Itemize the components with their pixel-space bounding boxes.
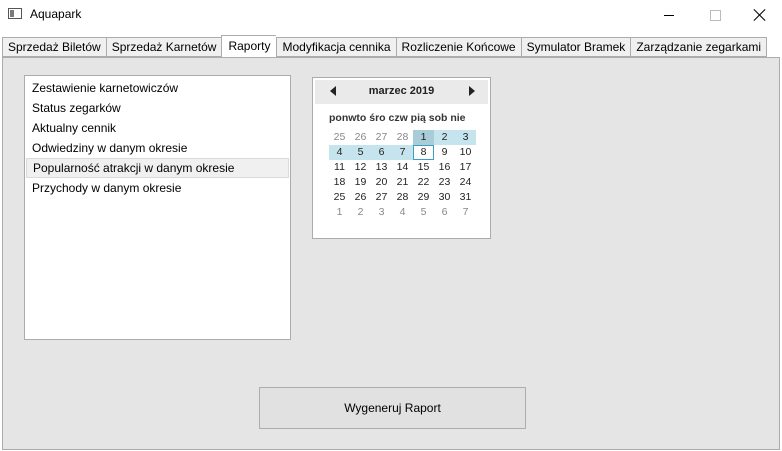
tab-sprzedaz-biletow[interactable]: Sprzedaż Biletów [2,37,106,57]
calendar-day[interactable]: 5 [350,145,371,160]
calendar-day[interactable]: 4 [392,205,413,220]
calendar-day[interactable]: 27 [371,190,392,205]
tab-symulator-bramek[interactable]: Symulator Bramek [520,37,631,57]
report-list-item[interactable]: Zestawienie karnetowiczów [26,78,289,98]
calendar-day[interactable]: 3 [371,205,392,220]
calendar-header: marzec 2019 [315,80,488,104]
calendar-day[interactable]: 28 [392,190,413,205]
title-bar: Aquapark [0,0,782,30]
calendar-day[interactable]: 2 [434,130,455,145]
calendar-day[interactable]: 29 [413,190,434,205]
tab-zarzadzanie-zegarkami[interactable]: Zarządzanie zegarkami [630,37,768,57]
calendar-day-names: ponwto śro czw pią sob nie [329,112,466,124]
calendar-day[interactable]: 19 [350,175,371,190]
minimize-button[interactable] [646,0,692,30]
report-list-item[interactable]: Odwiedziny w danym okresie [26,138,289,158]
calendar-week-row: 11 12 13 14 15 16 17 [329,160,476,175]
calendar-day[interactable]: 7 [455,205,476,220]
calendar-week-row: 4 5 6 7 8 9 10 [329,145,476,160]
tab-rozliczenie-koncowe[interactable]: Rozliczenie Końcowe [395,37,521,57]
report-list-item[interactable]: Aktualny cennik [26,118,289,138]
calendar-day[interactable]: 14 [392,160,413,175]
calendar-day[interactable]: 15 [413,160,434,175]
calendar-day[interactable]: 18 [329,175,350,190]
calendar-week-row: 25 26 27 28 29 30 31 [329,190,476,205]
close-button[interactable] [737,0,782,30]
calendar-day[interactable]: 25 [329,130,350,145]
calendar-day[interactable]: 12 [350,160,371,175]
calendar-day[interactable]: 6 [371,145,392,160]
calendar-day[interactable]: 1 [413,130,434,145]
triangle-right-icon[interactable] [469,86,475,96]
tab-sprzedaz-karnetow[interactable]: Sprzedaż Karnetów [105,37,222,57]
report-list[interactable]: Zestawienie karnetowiczów Status zegarkó… [24,75,291,340]
calendar-grid: 25 26 27 28 1 2 3 4 5 6 7 8 9 10 11 12 13 14 15 16 17 18 19 20 2… [329,130,476,220]
calendar-week-row: 25 26 27 28 1 2 3 [329,130,476,145]
calendar-day[interactable]: 16 [434,160,455,175]
calendar-day[interactable]: 17 [455,160,476,175]
calendar-day[interactable]: 24 [455,175,476,190]
report-list-item[interactable]: Przychody w danym okresie [26,178,289,198]
calendar-day[interactable]: 13 [371,160,392,175]
calendar-day[interactable]: 21 [392,175,413,190]
window-title: Aquapark [30,7,82,21]
calendar-month-label[interactable]: marzec 2019 [315,85,488,97]
calendar-day[interactable]: 7 [392,145,413,160]
calendar-day[interactable]: 23 [434,175,455,190]
calendar-day[interactable]: 6 [434,205,455,220]
calendar-day[interactable]: 10 [455,145,476,160]
close-icon [754,9,766,21]
tab-modyfikacja-cennika[interactable]: Modyfikacja cennika [276,37,396,57]
window-app-icon [8,8,22,19]
date-calendar[interactable]: marzec 2019 ponwto śro czw pią sob nie 2… [312,77,491,239]
calendar-day[interactable]: 2 [350,205,371,220]
calendar-day[interactable]: 31 [455,190,476,205]
calendar-day[interactable]: 5 [413,205,434,220]
calendar-day[interactable]: 30 [434,190,455,205]
calendar-day[interactable]: 25 [329,190,350,205]
calendar-day[interactable]: 26 [350,130,371,145]
calendar-day[interactable]: 20 [371,175,392,190]
calendar-day[interactable]: 22 [413,175,434,190]
calendar-day[interactable]: 11 [329,160,350,175]
calendar-week-row: 18 19 20 21 22 23 24 [329,175,476,190]
calendar-day[interactable]: 8 [413,145,434,160]
calendar-day[interactable]: 9 [434,145,455,160]
calendar-day-header: ponwto śro czw pią sob nie [329,112,466,124]
calendar-day[interactable]: 3 [455,130,476,145]
calendar-day[interactable]: 27 [371,130,392,145]
maximize-icon [709,9,721,21]
calendar-day[interactable]: 26 [350,190,371,205]
calendar-day[interactable]: 1 [329,205,350,220]
tab-raporty[interactable]: Raporty [221,35,277,57]
report-list-item[interactable]: Status zegarków [26,98,289,118]
minimize-icon [664,14,674,16]
report-list-item-selected[interactable]: Popularność atrakcji w danym okresie [26,158,289,178]
maximize-button[interactable] [692,0,738,30]
tab-strip: Sprzedaż Biletów Sprzedaż Karnetów Rapor… [2,35,768,58]
calendar-day[interactable]: 4 [329,145,350,160]
calendar-week-row: 1234567 [329,205,476,220]
generate-report-button[interactable]: Wygeneruj Raport [259,387,526,429]
calendar-day[interactable]: 28 [392,130,413,145]
